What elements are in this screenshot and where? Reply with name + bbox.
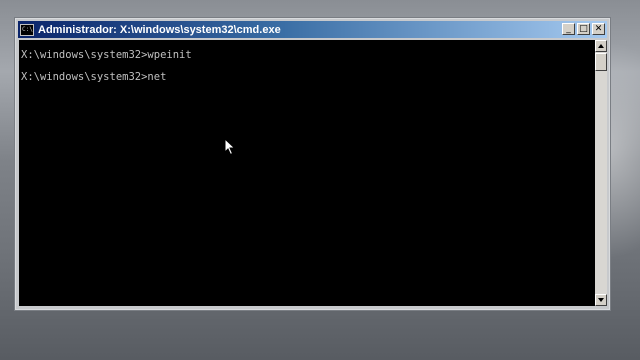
scroll-down-button[interactable] — [595, 294, 607, 306]
console-line: X:\windows\system32>net — [21, 71, 167, 83]
console-output[interactable]: X:\windows\system32>wpeinit X:\windows\s… — [19, 40, 595, 306]
vertical-scrollbar[interactable] — [595, 40, 607, 306]
arrow-up-icon — [598, 44, 604, 48]
console-line: X:\windows\system32>wpeinit — [21, 49, 192, 61]
caption-buttons: _ □ ✕ — [562, 23, 605, 35]
cmd-window[interactable]: C:\ Administrador: X:\windows\system32\c… — [14, 17, 611, 311]
scroll-up-button[interactable] — [595, 40, 607, 52]
arrow-down-icon — [598, 298, 604, 302]
minimize-button[interactable]: _ — [562, 23, 575, 35]
window-title: Administrador: X:\windows\system32\cmd.e… — [38, 23, 281, 36]
close-button[interactable]: ✕ — [592, 23, 605, 35]
mouse-pointer-icon — [224, 138, 236, 156]
scroll-thumb[interactable] — [595, 53, 607, 71]
maximize-button[interactable]: □ — [577, 23, 590, 35]
console-icon[interactable]: C:\ — [20, 23, 34, 36]
title-bar[interactable]: C:\ Administrador: X:\windows\system32\c… — [18, 21, 607, 38]
